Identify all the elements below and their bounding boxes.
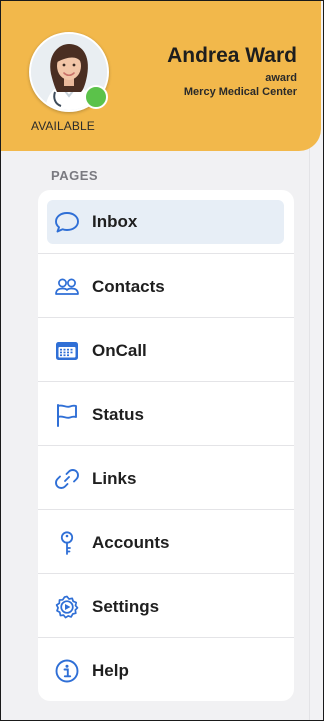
nav-item-inbox[interactable]: Inbox	[38, 190, 294, 254]
nav-item-settings[interactable]: Settings	[38, 574, 294, 638]
people-icon	[54, 274, 80, 300]
nav-item-contacts[interactable]: Contacts	[38, 254, 294, 318]
avatar-container[interactable]	[29, 32, 109, 112]
nav-label: Help	[92, 661, 129, 680]
nav-label: Accounts	[92, 533, 170, 552]
key-icon	[54, 530, 80, 556]
nav-label: Contacts	[92, 277, 165, 296]
nav-item-links[interactable]: Links	[38, 446, 294, 510]
pages-section-title: PAGES	[51, 168, 99, 183]
gear-icon	[54, 594, 80, 620]
chat-bubble-icon	[54, 209, 80, 235]
info-icon	[54, 658, 80, 684]
nav-item-status[interactable]: Status	[38, 382, 294, 446]
nav-item-oncall[interactable]: OnCall	[38, 318, 294, 382]
app-window: AVAILABLE Andrea Ward award Mercy Medica…	[0, 0, 324, 721]
nav-label: Settings	[92, 597, 160, 616]
organization-name: Mercy Medical Center	[183, 86, 297, 98]
calendar-icon	[54, 338, 80, 364]
pages-menu: Inbox Contacts OnCall Status Links Accou…	[38, 190, 294, 701]
flag-icon	[54, 402, 80, 428]
presence-indicator	[84, 85, 108, 109]
availability-status[interactable]: AVAILABLE	[31, 119, 95, 133]
nav-item-help[interactable]: Help	[38, 638, 294, 701]
nav-label: Status	[92, 405, 144, 424]
nav-label: Links	[92, 469, 137, 488]
nav-item-accounts[interactable]: Accounts	[38, 510, 294, 574]
active-highlight	[47, 200, 284, 244]
profile-header: AVAILABLE Andrea Ward award Mercy Medica…	[1, 1, 321, 151]
user-name: Andrea Ward	[167, 44, 297, 67]
nav-label: OnCall	[92, 341, 147, 360]
link-icon	[54, 466, 80, 492]
user-handle: award	[265, 72, 297, 84]
nav-label: Inbox	[92, 212, 138, 231]
